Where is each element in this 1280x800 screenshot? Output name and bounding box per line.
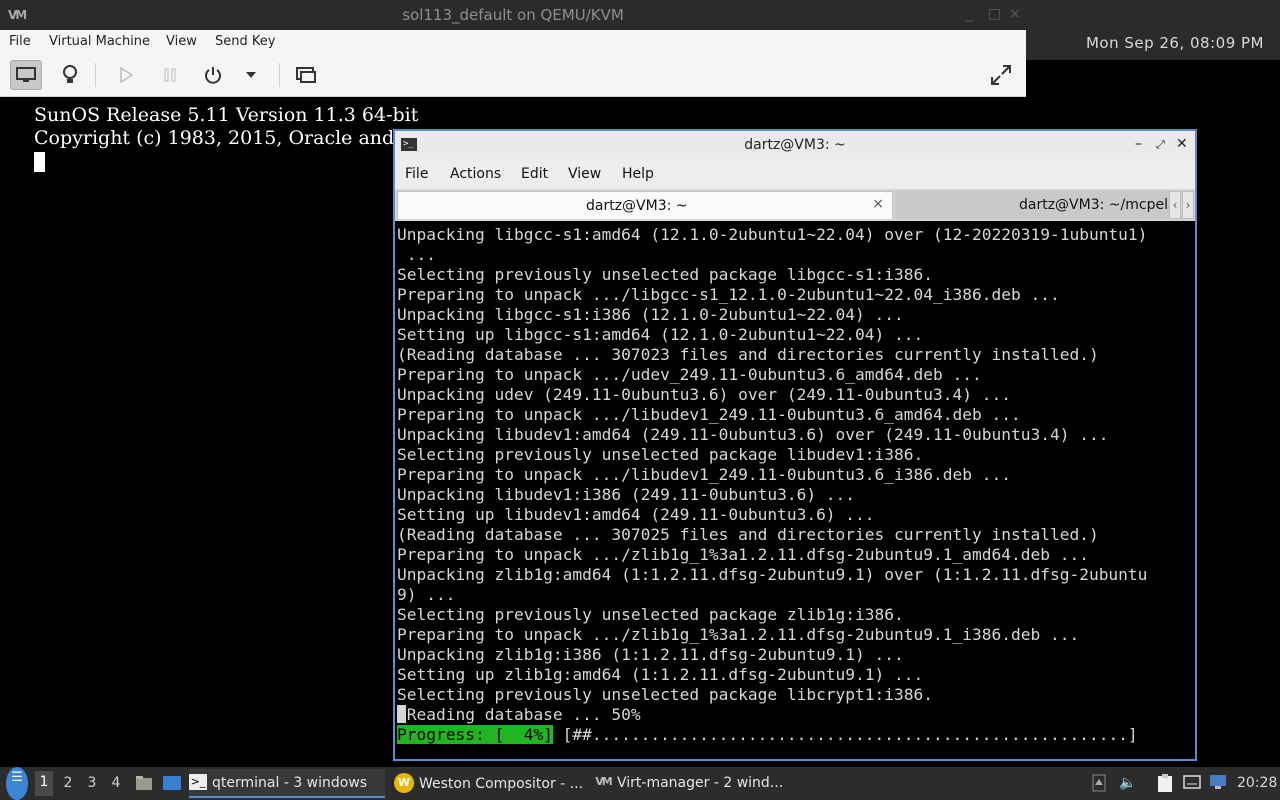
terminal-minimize-button[interactable]: – — [1135, 136, 1142, 152]
terminal-line: 9) ... — [397, 585, 456, 604]
monitor-icon[interactable] — [10, 60, 42, 90]
menu-virtual-machine[interactable]: Virtual Machine — [49, 34, 150, 49]
terminal-line: Setting up libgcc-s1:amd64 (12.1.0-2ubun… — [397, 325, 924, 344]
tab-label: dartz@VM3: ~/mcpelauncher — [1019, 197, 1171, 213]
vm-toolbar — [0, 54, 1026, 97]
terminal-output[interactable]: Unpacking libgcc-s1:amd64 (12.1.0-2ubunt… — [395, 221, 1195, 759]
screenshot-icon[interactable] — [290, 60, 322, 90]
terminal-line: Preparing to unpack .../zlib1g_1%3a1.2.1… — [397, 545, 1089, 564]
toolbar-separator — [279, 63, 280, 87]
terminal-window[interactable]: >_ dartz@VM3: ~ – ⤢ ✕ File Actions Edit … — [393, 129, 1197, 761]
chevron-down-icon[interactable] — [236, 60, 266, 90]
menu-file[interactable]: File — [9, 34, 31, 49]
terminal-menu-view[interactable]: View — [568, 166, 601, 182]
clipboard-icon[interactable] — [1156, 773, 1174, 797]
toolbar-separator — [95, 63, 96, 87]
tab-scroll-left-icon[interactable]: ‹ — [1169, 191, 1181, 219]
terminal-menu-file[interactable]: File — [405, 166, 428, 182]
vm-menubar: File Virtual Machine View Send Key — [0, 30, 1026, 54]
workspace-1[interactable]: 1 — [35, 771, 53, 796]
terminal-line: Preparing to unpack .../libudev1_249.11-… — [397, 405, 1021, 424]
terminal-menu-help[interactable]: Help — [622, 166, 654, 182]
top-panel-clock-area: Mon Sep 26, 08:09 PM — [1026, 30, 1280, 60]
lightbulb-icon[interactable] — [54, 60, 86, 90]
progress-bar: [##.....................................… — [552, 725, 1138, 744]
play-icon[interactable] — [110, 60, 142, 90]
terminal-maximize-button[interactable]: ⤢ — [1156, 138, 1165, 152]
tab-label: dartz@VM3: ~ — [586, 198, 688, 214]
terminal-line: Preparing to unpack .../libudev1_249.11-… — [397, 465, 1011, 484]
terminal-line: Selecting previously unselected package … — [397, 685, 934, 704]
terminal-line: Unpacking libgcc-s1:i386 (12.1.0-2ubuntu… — [397, 305, 904, 324]
terminal-menubar: File Actions Edit View Help — [395, 159, 1195, 189]
maximize-button[interactable]: □ — [988, 6, 1001, 22]
terminal-line: Unpacking zlib1g:amd64 (1:1.2.11.dfsg-2u… — [397, 565, 1148, 584]
panel-clock[interactable]: Mon Sep 26, 08:09 PM — [1086, 34, 1264, 52]
console-line: SunOS Release 5.11 Version 11.3 64-bit — [34, 104, 419, 126]
terminal-tab-bar: dartz@VM3: ~ × dartz@VM3: ~/mcpelauncher… — [395, 189, 1195, 221]
console-cursor — [34, 152, 45, 172]
terminal-close-button[interactable]: ✕ — [1176, 136, 1188, 152]
terminal-icon: >_ — [189, 774, 207, 790]
terminal-titlebar[interactable]: >_ dartz@VM3: ~ – ⤢ ✕ — [395, 131, 1195, 159]
terminal-line: Selecting previously unselected package … — [397, 265, 934, 284]
terminal-line: (Reading database ... 50% — [397, 705, 641, 724]
terminal-title: dartz@VM3: ~ — [744, 137, 846, 153]
vm-window-title: sol113_default on QEMU/KVM — [402, 6, 624, 24]
terminal-line: Unpacking libgcc-s1:amd64 (12.1.0-2ubunt… — [397, 225, 1148, 244]
taskbar-clock[interactable]: 20:28 — [1237, 775, 1277, 791]
terminal-line: (Reading database ... 307025 files and d… — [397, 525, 1099, 544]
workspace-3[interactable]: 3 — [83, 775, 101, 791]
file-manager-icon[interactable] — [135, 774, 153, 796]
pause-icon[interactable] — [154, 60, 186, 90]
terminal-menu-edit[interactable]: Edit — [521, 166, 548, 182]
task-virt-manager[interactable]: VM Virt-manager - 2 wind... — [594, 769, 790, 798]
menu-send-key[interactable]: Send Key — [215, 34, 275, 49]
terminal-cursor-line: (Reading database ... 50% — [397, 705, 641, 725]
weston-icon: W — [394, 773, 414, 793]
tab-close-icon[interactable]: × — [872, 196, 884, 212]
terminal-line: Preparing to unpack .../zlib1g_1%3a1.2.1… — [397, 625, 1080, 644]
vm-window-titlebar[interactable]: VM sol113_default on QEMU/KVM _ □ × — [0, 0, 1280, 30]
taskbar: ☰ 1 2 3 4 >_ qterminal - 3 windows W Westo… — [0, 767, 1280, 800]
tab-mcpelauncher[interactable]: dartz@VM3: ~/mcpelauncher — [895, 191, 1171, 219]
terminal-line: Setting up zlib1g:amd64 (1:1.2.11.dfsg-2… — [397, 665, 924, 684]
terminal-line: Unpacking libudev1:i386 (249.11-0ubuntu3… — [397, 485, 856, 504]
terminal-line: Unpacking zlib1g:i386 (1:1.2.11.dfsg-2ub… — [397, 645, 904, 664]
progress-label: Progress: [ 4%] — [397, 725, 553, 744]
tab-home[interactable]: dartz@VM3: ~ × — [397, 191, 893, 219]
terminal-line: ... — [397, 245, 436, 264]
terminal-line: Selecting previously unselected package … — [397, 605, 904, 624]
progress-line: Progress: [ 4%] [##.....................… — [397, 725, 1138, 745]
volume-icon[interactable]: 🔈 — [1119, 775, 1136, 791]
minimize-button[interactable]: _ — [966, 6, 973, 22]
tray-up-arrow-icon[interactable] — [1092, 774, 1106, 796]
workspace-2[interactable]: 2 — [59, 775, 77, 791]
terminal-line: Preparing to unpack .../libgcc-s1_12.1.0… — [397, 285, 1060, 304]
menu-view[interactable]: View — [166, 34, 197, 49]
power-icon[interactable] — [197, 60, 229, 90]
show-desktop-icon[interactable] — [162, 774, 182, 796]
terminal-line: Preparing to unpack .../udev_249.11-0ubu… — [397, 365, 982, 384]
terminal-menu-actions[interactable]: Actions — [450, 166, 501, 182]
workspace-4[interactable]: 4 — [107, 775, 125, 791]
fullscreen-icon[interactable] — [985, 60, 1017, 90]
task-weston[interactable]: W Weston Compositor - ... — [394, 769, 586, 798]
terminal-line: Unpacking libudev1:amd64 (249.11-0ubuntu… — [397, 425, 1109, 444]
tab-scroll-right-icon[interactable]: › — [1182, 191, 1194, 219]
network-icon[interactable] — [1209, 774, 1227, 794]
start-menu-icon[interactable]: ☰ — [6, 767, 28, 800]
close-button[interactable]: × — [1009, 6, 1021, 22]
terminal-line: Setting up libudev1:amd64 (249.11-0ubunt… — [397, 505, 875, 524]
task-qterminal[interactable]: >_ qterminal - 3 windows — [189, 769, 385, 798]
virt-manager-icon: VM — [595, 775, 612, 788]
terminal-line: Unpacking udev (249.11-0ubuntu3.6) over … — [397, 385, 1011, 404]
keyboard-icon[interactable] — [1183, 774, 1201, 794]
terminal-line: (Reading database ... 307023 files and d… — [397, 345, 1099, 364]
terminal-line: Selecting previously unselected package … — [397, 445, 924, 464]
